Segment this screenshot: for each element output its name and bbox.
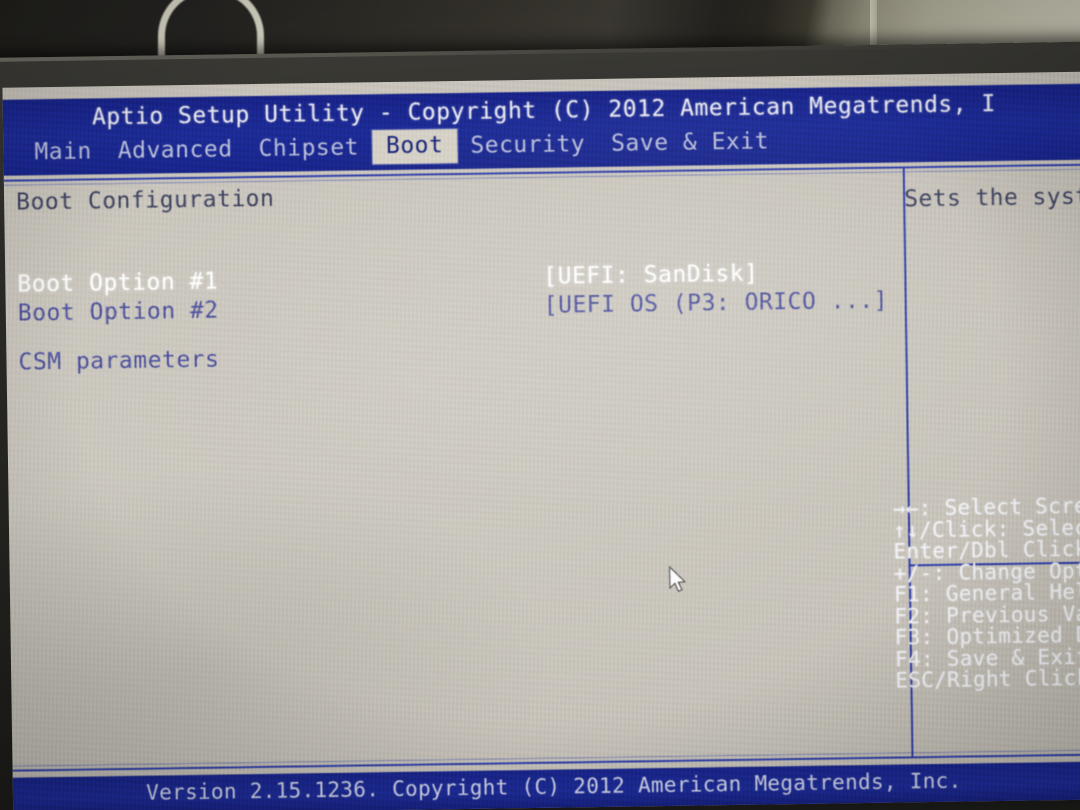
tab-chipset[interactable]: Chipset <box>245 132 372 166</box>
tab-advanced[interactable]: Advanced <box>105 134 246 168</box>
tab-main[interactable]: Main <box>21 136 105 169</box>
monitor-screen: Aptio Setup Utility - Copyright (C) 2012… <box>2 71 1080 810</box>
bios-menu-tabs: Main Advanced Chipset Boot Security Save… <box>21 124 782 169</box>
monitor-bezel: Aptio Setup Utility - Copyright (C) 2012… <box>0 41 1080 810</box>
legend-line-esc: ESC/Right Click: <box>895 665 1080 693</box>
section-title-boot-configuration: Boot Configuration <box>15 185 275 216</box>
bios-title: Aptio Setup Utility - Copyright (C) 2012… <box>91 91 996 131</box>
tab-security[interactable]: Security <box>457 129 598 163</box>
csm-parameters-menu-item[interactable]: CSM parameters <box>18 347 219 376</box>
wechat-icon <box>808 805 846 810</box>
boot-option-2-value[interactable]: [UEFI OS (P3: ORICO ...] <box>544 288 889 319</box>
help-text: Sets the syst <box>904 183 1080 213</box>
boot-option-1-label[interactable]: Boot Option #1 <box>17 269 218 298</box>
key-legend: →←: Select Scree ↑↓/Click: Select Enter/… <box>893 495 1080 692</box>
arch-object <box>158 0 264 57</box>
bios-version-text: Version 2.15.1236. Copyright (C) 2012 Am… <box>146 768 962 805</box>
bios-titlebar: Aptio Setup Utility - Copyright (C) 2012… <box>2 83 1080 177</box>
bios-setup-screen: Aptio Setup Utility - Copyright (C) 2012… <box>2 83 1080 810</box>
boot-option-1-value[interactable]: [UEFI: SanDisk] <box>543 261 759 290</box>
tab-save-exit[interactable]: Save & Exit <box>598 126 782 161</box>
boot-option-2-label[interactable]: Boot Option #2 <box>18 298 219 327</box>
photo-of-monitor: Aptio Setup Utility - Copyright (C) 2012… <box>0 0 1080 810</box>
tab-boot[interactable]: Boot <box>371 129 458 165</box>
